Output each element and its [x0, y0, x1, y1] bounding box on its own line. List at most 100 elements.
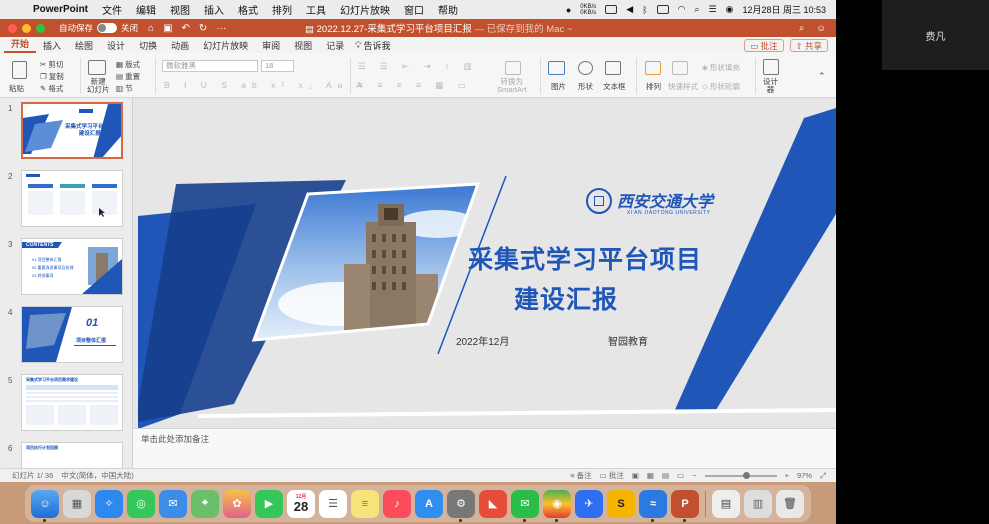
tab-review[interactable]: 审阅 [255, 39, 287, 52]
textbox-icon[interactable] [605, 61, 621, 75]
redo-icon[interactable]: ↻ [199, 23, 207, 34]
menu-edit[interactable]: 编辑 [129, 2, 163, 17]
tab-view[interactable]: 视图 [287, 39, 319, 52]
menu-window[interactable]: 窗口 [397, 2, 431, 17]
zoom-out-button[interactable]: − [692, 471, 696, 480]
tab-record[interactable]: 记录 [319, 39, 351, 52]
menu-tools[interactable]: 工具 [299, 2, 333, 17]
photos-icon[interactable]: ✿ [223, 489, 251, 518]
menu-format[interactable]: 格式 [231, 2, 265, 17]
chrome-icon[interactable]: ◉ [543, 489, 571, 522]
menu-arrange[interactable]: 排列 [265, 2, 299, 17]
notes-toggle[interactable]: ≡ 备注 [570, 470, 591, 481]
tab-slideshow[interactable]: 幻灯片放映 [196, 39, 255, 52]
picture-icon[interactable] [548, 61, 565, 75]
comments-button[interactable]: ▭ 批注 [744, 38, 784, 52]
section-button[interactable]: ▥ 节 [116, 83, 133, 94]
reading-view-icon[interactable]: ▤ [662, 471, 669, 480]
zoom-slider[interactable] [704, 471, 777, 479]
control-center-icon[interactable]: ☰ [709, 4, 717, 15]
safari-icon[interactable]: ✧ [95, 489, 123, 518]
zoom-window-button[interactable] [36, 23, 45, 33]
feedback-icon[interactable]: ☺ [816, 23, 826, 34]
picture-label[interactable]: 图片 [551, 81, 566, 92]
slide-thumbnail-3[interactable]: CONTENTS 01 项目整体汇报 02 重要改进事项及处理 03 其他事项 [21, 238, 123, 295]
cut-button[interactable]: ✂ 剪切 [40, 59, 63, 70]
layout-button[interactable]: ▦ 版式 [116, 59, 140, 70]
zoom-level[interactable]: 97% [797, 471, 812, 480]
ribbon-collapse-icon[interactable]: ⌃ [818, 71, 826, 82]
save-icon[interactable]: ▣ [163, 23, 172, 34]
tencent-meeting-icon[interactable]: ≈ [639, 489, 667, 522]
maps-icon[interactable]: ⌖ [191, 489, 219, 518]
menu-slideshow[interactable]: 幻灯片放映 [333, 2, 397, 17]
search-icon[interactable]: ⌕ [799, 23, 804, 34]
undo-icon[interactable]: ↶ [182, 23, 190, 34]
finder-icon[interactable]: ☺ [31, 489, 59, 522]
comments-toggle[interactable]: ▭ 批注 [600, 470, 624, 481]
calendar-icon[interactable]: 12月 28 [287, 489, 315, 518]
sorter-view-icon[interactable]: ▦ [647, 471, 654, 480]
paragraph-list-buttons[interactable]: ☰ ☰ ⇤ ⇥ ↕ ▥ [358, 61, 478, 72]
wechat-icon[interactable]: ✉ [511, 489, 539, 522]
music-icon[interactable]: ♪ [383, 489, 411, 518]
slideshow-view-icon[interactable]: ▭ [677, 471, 684, 480]
launchpad-icon[interactable]: ▦ [63, 489, 91, 518]
system-preferences-icon[interactable]: ⚙ [447, 489, 475, 522]
font-name-box[interactable]: 微软雅黑 [162, 60, 258, 72]
menu-insert[interactable]: 插入 [197, 2, 231, 17]
tell-me[interactable]: 💡︎ 告诉我 [351, 39, 390, 52]
shape-icon[interactable] [578, 61, 593, 75]
menu-app-name[interactable]: PowerPoint [26, 4, 95, 15]
blue-app-icon[interactable]: ✈ [575, 489, 603, 518]
tab-design[interactable]: 设计 [100, 39, 132, 52]
slide-thumbnail-2[interactable] [21, 170, 123, 227]
autosave-toggle[interactable] [97, 23, 118, 33]
slide-organization[interactable]: 智园教育 [608, 333, 648, 348]
arrange-label[interactable]: 排列 [646, 81, 661, 92]
font-format-buttons[interactable]: B I U S ab x² x₂ Aa A [164, 80, 368, 90]
fit-to-window-icon[interactable]: ⤢ [820, 471, 826, 481]
tab-home[interactable]: 开始 [4, 37, 37, 53]
close-window-button[interactable] [8, 23, 17, 33]
shape-label[interactable]: 形状 [578, 81, 593, 92]
tab-transitions[interactable]: 切换 [132, 39, 164, 52]
search-icon[interactable]: ⌕ [694, 4, 699, 15]
volume-icon[interactable]: ◀︎ [626, 4, 633, 15]
designer-label[interactable]: 设计 器 [763, 78, 778, 94]
menu-file[interactable]: 文件 [95, 2, 129, 17]
shape-outline-button[interactable]: ◇ 形状轮廓 [702, 81, 740, 92]
textbox-label[interactable]: 文本框 [603, 81, 626, 92]
wifi-icon[interactable]: ◠ [678, 4, 686, 15]
font-size-box[interactable]: 18 [261, 60, 294, 72]
slide-date[interactable]: 2022年12月 [456, 333, 509, 348]
menu-help[interactable]: 帮助 [431, 2, 465, 17]
paste-label[interactable]: 粘贴 [9, 83, 24, 94]
slide-title-line1[interactable]: 采集式学习平台项目 [468, 240, 702, 276]
quick-styles-icon[interactable] [672, 61, 688, 75]
normal-view-icon[interactable]: ▣ [632, 471, 639, 480]
messages-icon[interactable]: ◎ [127, 489, 155, 518]
preview-icon[interactable]: ▤ [712, 489, 740, 518]
tab-animations[interactable]: 动画 [164, 39, 196, 52]
red-app-icon[interactable]: ◣ [479, 489, 507, 518]
new-slide-icon[interactable] [88, 60, 106, 75]
siri-icon[interactable]: ◉ [726, 4, 734, 15]
reminders-icon[interactable]: ☰ [319, 489, 347, 518]
more-icon[interactable]: ··· [216, 23, 226, 34]
paste-icon[interactable] [12, 61, 27, 79]
bluetooth-icon[interactable]: ᛒ [642, 5, 647, 15]
language-indicator[interactable]: 中文(简体，中国大陆) [61, 470, 134, 481]
slide-thumbnail-5[interactable]: 采集式学习平台项目需求建设 [21, 374, 123, 431]
paragraph-align-buttons[interactable]: ≡ ≡ ≡ ≡ ▦ ▭ [358, 80, 472, 91]
slide-thumbnail-4[interactable]: 01 项目整体汇报 [21, 306, 123, 363]
share-button[interactable]: ⇧ 共享 [789, 38, 828, 52]
mail-icon[interactable]: ✉ [159, 489, 187, 518]
downloads-icon[interactable]: ▥ [744, 489, 772, 518]
menu-view[interactable]: 视图 [163, 2, 197, 17]
slide-thumbnail-6[interactable]: 项目执行计划回顾 [21, 442, 123, 468]
participant-tile[interactable]: 费凡 [882, 0, 989, 70]
quick-styles-label[interactable]: 快速样式 [668, 81, 698, 92]
arrange-icon[interactable] [645, 61, 661, 75]
format-painter-button[interactable]: ✎ 格式 [40, 83, 63, 94]
